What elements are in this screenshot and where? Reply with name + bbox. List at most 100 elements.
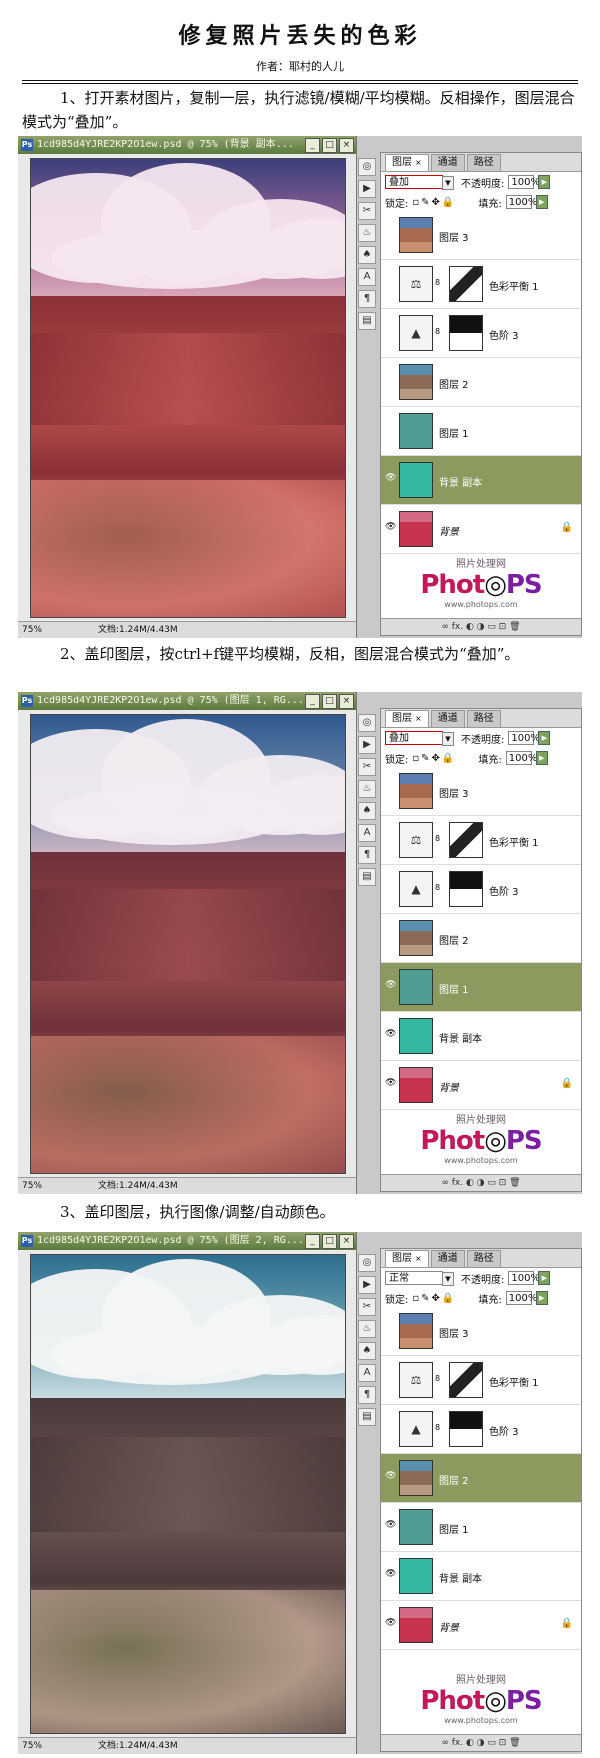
tab-paths[interactable]: 路径 <box>466 710 501 727</box>
zoom-level[interactable]: 75% <box>22 1178 42 1194</box>
maximize-button[interactable]: □ <box>322 1234 337 1249</box>
layer-row[interactable]: ⚖ 8 色彩平衡 1 <box>381 260 581 309</box>
tab-paths[interactable]: 路径 <box>466 154 501 171</box>
blend-mode-select[interactable]: 正常 ▼ <box>385 1271 454 1286</box>
link-icon[interactable]: 8 <box>435 278 440 287</box>
eye-icon[interactable]: 👁 <box>385 1029 396 1039</box>
link-icon[interactable]: 8 <box>435 1374 440 1383</box>
document-title-bar[interactable]: Ps 1cd985d4YJRE2KP2O1ew.psd @ 75% (图层 2, … <box>18 1232 356 1250</box>
layer-row[interactable]: 图层 1 <box>381 407 581 456</box>
layer-row[interactable]: 图层 2 <box>381 914 581 963</box>
tab-paths[interactable]: 路径 <box>466 1250 501 1267</box>
lock-icons[interactable]: ▫✎✥🔒 <box>412 197 456 208</box>
chevron-down-icon[interactable]: ▼ <box>442 1272 454 1286</box>
eye-icon[interactable] <box>385 424 395 434</box>
tool-icon[interactable]: ♨ <box>358 224 376 242</box>
tool-icon[interactable]: ¶ <box>358 290 376 308</box>
close-icon[interactable]: × <box>415 1254 422 1263</box>
eye-icon[interactable]: 👁 <box>385 1618 396 1628</box>
eye-icon[interactable] <box>385 833 395 843</box>
maximize-button[interactable]: □ <box>322 138 337 153</box>
layer-row[interactable]: 👁 图层 1 <box>381 963 581 1012</box>
layer-row[interactable]: 👁 背景 副本 <box>381 456 581 505</box>
tool-icon[interactable]: A <box>358 268 376 286</box>
tool-icon[interactable]: ◎ <box>358 714 376 732</box>
tool-icon[interactable]: ▤ <box>358 868 376 886</box>
tool-icon[interactable]: ✂ <box>358 1298 376 1316</box>
eye-icon[interactable] <box>385 1373 395 1383</box>
tool-icon[interactable]: ♠ <box>358 1342 376 1360</box>
tab-layers[interactable]: 图层 × <box>385 154 429 171</box>
link-icon[interactable]: 8 <box>435 883 440 892</box>
layer-row[interactable]: ▲ 8 色阶 3 <box>381 865 581 914</box>
close-icon[interactable]: × <box>415 158 422 167</box>
fill-input[interactable]: 100% <box>505 751 537 765</box>
fill-arrow-icon[interactable]: ▶ <box>535 751 548 765</box>
fill-arrow-icon[interactable]: ▶ <box>535 195 548 209</box>
image-canvas[interactable] <box>30 714 346 1174</box>
opacity-arrow-icon[interactable]: ▶ <box>538 1271 551 1285</box>
eye-icon[interactable]: 👁 <box>385 1078 396 1088</box>
opacity-arrow-icon[interactable]: ▶ <box>538 731 551 745</box>
fill-input[interactable]: 100% <box>505 1291 537 1305</box>
eye-icon[interactable]: 👁 <box>385 1471 396 1481</box>
close-icon[interactable]: × <box>415 714 422 723</box>
eye-icon[interactable] <box>385 1324 395 1334</box>
panel-footer-icons[interactable]: ∞ fx. ◐ ◑ ▭ ⊡ 🗑 <box>381 1734 581 1751</box>
panel-footer-icons[interactable]: ∞ fx. ◐ ◑ ▭ ⊡ 🗑 <box>381 618 581 635</box>
layer-row[interactable]: 👁 背景 🔒 <box>381 1601 581 1650</box>
document-title-bar[interactable]: Ps 1cd985d4YJRE2KP2O1ew.psd @ 75% (图层 1, … <box>18 692 356 710</box>
minimize-button[interactable]: _ <box>305 138 320 153</box>
layer-row[interactable]: 图层 3 <box>381 1307 581 1356</box>
lock-icons[interactable]: ▫✎✥🔒 <box>412 753 456 764</box>
close-button[interactable]: × <box>339 138 354 153</box>
maximize-button[interactable]: □ <box>322 694 337 709</box>
tool-icon[interactable]: ▤ <box>358 1408 376 1426</box>
opacity-input[interactable]: 100% <box>508 731 540 745</box>
layer-row[interactable]: 👁 背景 副本 <box>381 1012 581 1061</box>
tool-icon[interactable]: ¶ <box>358 846 376 864</box>
image-canvas[interactable] <box>30 158 346 618</box>
eye-icon[interactable] <box>385 228 395 238</box>
layer-row[interactable]: ▲ 8 色阶 3 <box>381 309 581 358</box>
eye-icon[interactable]: 👁 <box>385 522 396 532</box>
layer-row[interactable]: 图层 3 <box>381 767 581 816</box>
eye-icon[interactable]: 👁 <box>385 473 396 483</box>
tool-icon[interactable]: ▶ <box>358 180 376 198</box>
chevron-down-icon[interactable]: ▼ <box>442 176 454 190</box>
tool-icon[interactable]: ♨ <box>358 1320 376 1338</box>
tab-layers[interactable]: 图层 × <box>385 1250 429 1267</box>
tab-channels[interactable]: 通道 <box>430 154 465 171</box>
zoom-level[interactable]: 75% <box>22 1738 42 1754</box>
tool-icon[interactable]: A <box>358 1364 376 1382</box>
layer-row[interactable]: ⚖ 8 色彩平衡 1 <box>381 816 581 865</box>
layer-row[interactable]: 图层 2 <box>381 358 581 407</box>
fill-input[interactable]: 100% <box>505 195 537 209</box>
tab-channels[interactable]: 通道 <box>430 1250 465 1267</box>
layer-row[interactable]: 图层 3 <box>381 211 581 260</box>
tool-icon[interactable]: ¶ <box>358 1386 376 1404</box>
eye-icon[interactable] <box>385 1422 395 1432</box>
tool-icon[interactable]: ♠ <box>358 246 376 264</box>
tool-icon[interactable]: ▤ <box>358 312 376 330</box>
chevron-down-icon[interactable]: ▼ <box>442 732 454 746</box>
link-icon[interactable]: 8 <box>435 327 440 336</box>
layer-row[interactable]: 👁 图层 1 <box>381 1503 581 1552</box>
minimize-button[interactable]: _ <box>305 694 320 709</box>
tool-icon[interactable]: ◎ <box>358 1254 376 1272</box>
eye-icon[interactable]: 👁 <box>385 1569 396 1579</box>
tool-icon[interactable]: ✂ <box>358 758 376 776</box>
tool-icon[interactable]: ✂ <box>358 202 376 220</box>
eye-icon[interactable] <box>385 277 395 287</box>
image-canvas[interactable] <box>30 1254 346 1734</box>
layer-row[interactable]: 👁 背景 🔒 <box>381 1061 581 1110</box>
opacity-input[interactable]: 100% <box>508 175 540 189</box>
tool-icon[interactable]: ▶ <box>358 1276 376 1294</box>
minimize-button[interactable]: _ <box>305 1234 320 1249</box>
tool-icon[interactable]: A <box>358 824 376 842</box>
opacity-arrow-icon[interactable]: ▶ <box>538 175 551 189</box>
opacity-input[interactable]: 100% <box>508 1271 540 1285</box>
tab-layers[interactable]: 图层 × <box>385 710 429 727</box>
close-button[interactable]: × <box>339 694 354 709</box>
eye-icon[interactable]: 👁 <box>385 980 396 990</box>
